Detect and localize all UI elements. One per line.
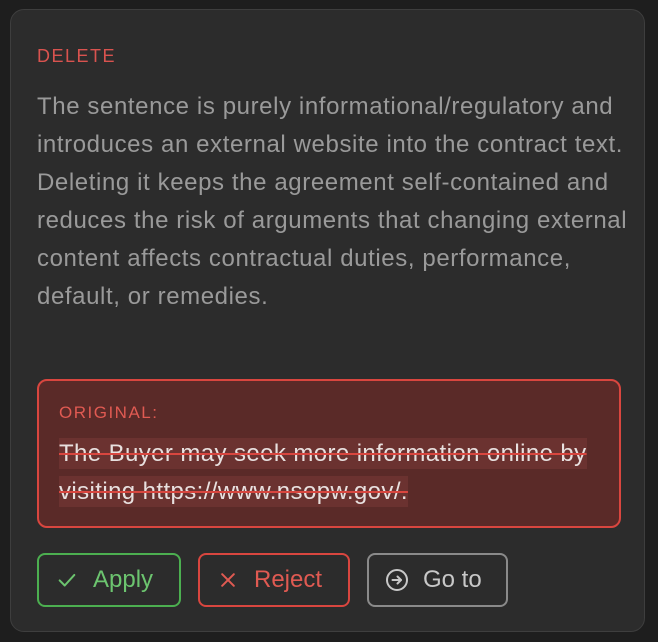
apply-button[interactable]: Apply bbox=[37, 553, 181, 607]
close-icon bbox=[216, 568, 240, 592]
reject-button[interactable]: Reject bbox=[198, 553, 350, 607]
goto-button[interactable]: Go to bbox=[367, 553, 508, 607]
suggestion-card: DELETE The sentence is purely informatio… bbox=[10, 9, 645, 632]
original-label: ORIGINAL: bbox=[59, 403, 159, 422]
suggestion-description: The sentence is purely informational/reg… bbox=[37, 93, 628, 310]
original-text-box: ORIGINAL: The Buyer may seek more inform… bbox=[37, 379, 621, 528]
apply-label: Apply bbox=[93, 566, 154, 593]
goto-label: Go to bbox=[423, 566, 482, 593]
original-text: The Buyer may seek more information onli… bbox=[59, 435, 619, 511]
arrow-circle-right-icon bbox=[385, 568, 409, 592]
deleted-text: The Buyer may seek more information onli… bbox=[59, 438, 587, 507]
action-type-label: DELETE bbox=[37, 46, 117, 66]
check-icon bbox=[55, 568, 79, 592]
reject-label: Reject bbox=[254, 566, 323, 593]
